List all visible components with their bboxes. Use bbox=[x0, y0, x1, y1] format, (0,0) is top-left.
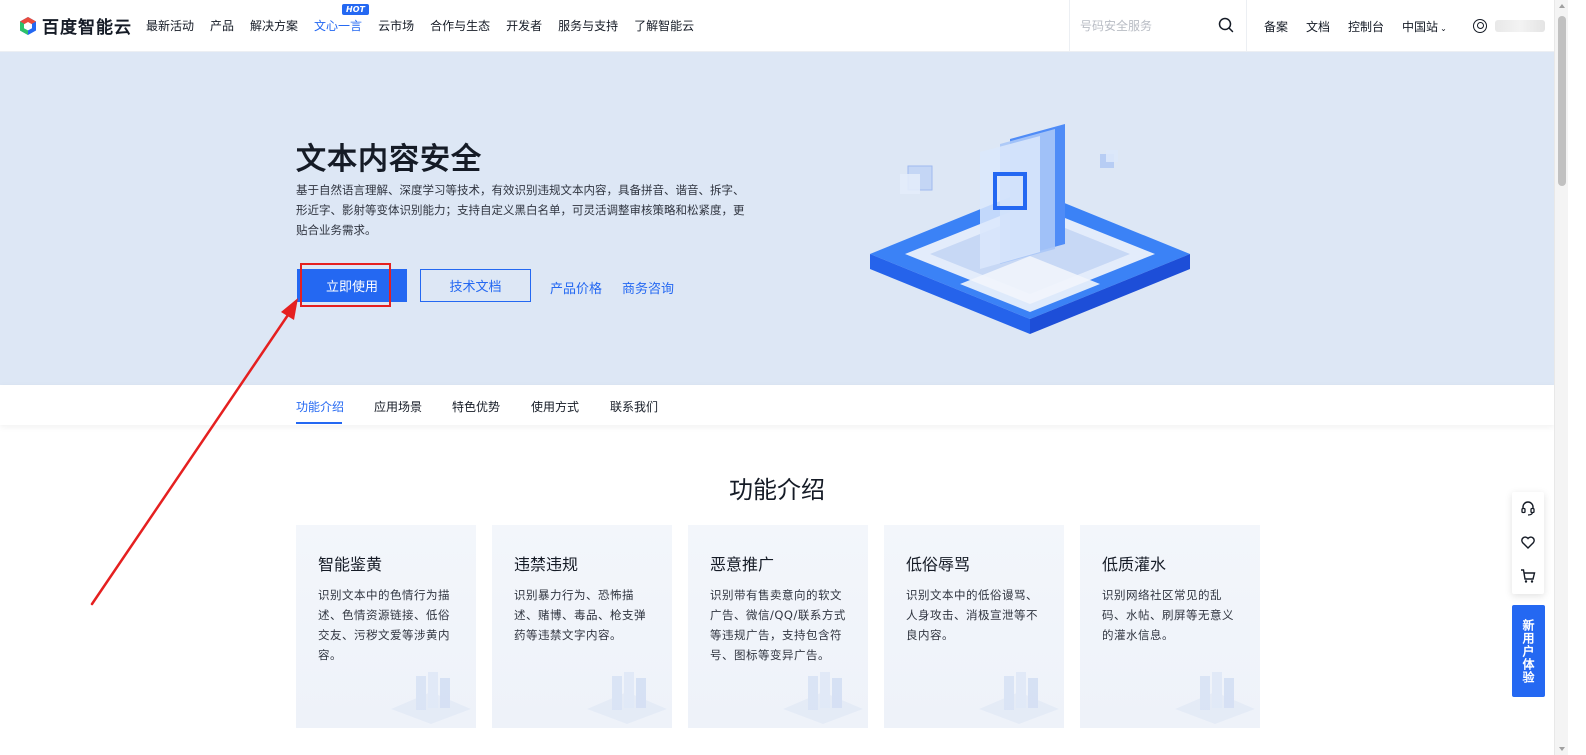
nav-item-about[interactable]: 了解智能云 bbox=[634, 17, 694, 34]
card-decoration-icon bbox=[587, 672, 667, 724]
tab-advantages[interactable]: 特色优势 bbox=[452, 398, 500, 415]
link-console[interactable]: 控制台 bbox=[1348, 18, 1384, 35]
top-navigation: 百度智能云 最新活动 产品 解决方案 文心一言 HOT 云市场 合作与生态 开发… bbox=[0, 0, 1554, 52]
nav-item-latest-activity[interactable]: 最新活动 bbox=[146, 17, 194, 34]
brand-name: 百度智能云 bbox=[42, 18, 132, 38]
page-title: 文本内容安全 bbox=[296, 142, 482, 177]
card-title: 智能鉴黄 bbox=[318, 555, 383, 574]
section-title: 功能介绍 bbox=[729, 476, 825, 504]
tab-contact[interactable]: 联系我们 bbox=[610, 398, 658, 415]
chevron-down-icon: ⌄ bbox=[1440, 23, 1447, 33]
scroll-thumb[interactable] bbox=[1558, 16, 1566, 186]
floating-toolbar bbox=[1512, 492, 1544, 594]
tab-scenarios[interactable]: 应用场景 bbox=[374, 398, 422, 415]
main-menu: 最新活动 产品 解决方案 文心一言 HOT 云市场 合作与生态 开发者 服务与支… bbox=[146, 4, 710, 34]
card-title: 低俗辱骂 bbox=[906, 555, 971, 574]
card-title: 违禁违规 bbox=[514, 555, 579, 574]
card-description: 识别文本中的低俗谩骂、人身攻击、消极宣泄等不良内容。 bbox=[906, 588, 1038, 642]
search-box bbox=[1069, 0, 1247, 52]
new-user-experience-button[interactable]: 新用户体验 bbox=[1512, 605, 1545, 697]
search-input[interactable] bbox=[1080, 19, 1210, 33]
security-screen-illustration bbox=[870, 124, 1190, 334]
use-now-button[interactable]: 立即使用 bbox=[297, 269, 407, 302]
section-tabs: 功能介绍 应用场景 特色优势 使用方式 联系我们 bbox=[0, 385, 1554, 425]
card-title: 恶意推广 bbox=[710, 555, 775, 574]
business-consult-link[interactable]: 商务咨询 bbox=[622, 278, 674, 297]
card-decoration-icon bbox=[979, 672, 1059, 724]
scroll-down-arrow-icon[interactable] bbox=[1559, 747, 1565, 751]
brand-logo[interactable]: 百度智能云 bbox=[18, 13, 132, 38]
card-decoration-icon bbox=[1175, 672, 1255, 724]
nav-item-wenxin-label: 文心一言 bbox=[314, 19, 363, 33]
user-icon bbox=[1472, 19, 1487, 33]
card-description: 识别网络社区常见的乱码、水帖、刷屏等无意义的灌水信息。 bbox=[1102, 588, 1234, 642]
nav-item-market[interactable]: 云市场 bbox=[378, 17, 414, 34]
header-right-links: 备案 文档 控制台 中国站 ⌄ bbox=[1264, 0, 1545, 52]
heart-icon[interactable] bbox=[1520, 534, 1536, 550]
nav-item-wenxin[interactable]: 文心一言 HOT bbox=[314, 4, 369, 34]
product-price-link[interactable]: 产品价格 bbox=[550, 278, 602, 297]
card-description: 识别暴力行为、恐怖描述、赌博、毒品、枪支弹药等违禁文字内容。 bbox=[514, 588, 646, 642]
scroll-up-arrow-icon[interactable] bbox=[1559, 4, 1565, 8]
active-tab-indicator bbox=[296, 422, 342, 424]
baidu-cloud-logo-icon bbox=[20, 16, 36, 35]
user-name-redacted bbox=[1494, 20, 1545, 32]
hero-banner: 文本内容安全 基于自然语言理解、深度学习等技术，有效识别违规文本内容，具备拼音、… bbox=[0, 52, 1554, 385]
hero-description: 基于自然语言理解、深度学习等技术，有效识别违规文本内容，具备拼音、谐音、拆字、形… bbox=[296, 183, 745, 237]
hot-badge: HOT bbox=[342, 4, 369, 15]
feature-card-spam-ads[interactable]: 恶意推广 识别带有售卖意向的软文广告、微信/QQ/联系方式等违规广告，支持包含符… bbox=[688, 525, 868, 728]
nav-item-solutions[interactable]: 解决方案 bbox=[250, 17, 298, 34]
window-edge bbox=[1568, 0, 1586, 755]
tab-usage[interactable]: 使用方式 bbox=[531, 398, 579, 415]
nav-item-support[interactable]: 服务与支持 bbox=[558, 17, 618, 34]
feature-card-prohibited[interactable]: 违禁违规 识别暴力行为、恐怖描述、赌博、毒品、枪支弹药等违禁文字内容。 bbox=[492, 525, 672, 728]
region-selector[interactable]: 中国站 ⌄ bbox=[1402, 18, 1447, 35]
user-account[interactable] bbox=[1472, 19, 1545, 33]
tab-features[interactable]: 功能介绍 bbox=[296, 398, 344, 415]
headset-icon[interactable] bbox=[1520, 500, 1536, 516]
page-scrollbar[interactable] bbox=[1554, 0, 1568, 755]
card-decoration-icon bbox=[783, 672, 863, 724]
cart-icon[interactable] bbox=[1520, 568, 1536, 584]
tech-docs-button[interactable]: 技术文档 bbox=[420, 269, 531, 302]
card-title: 低质灌水 bbox=[1102, 555, 1167, 574]
card-decoration-icon bbox=[391, 672, 471, 724]
card-description: 识别文本中的色情行为描述、色情资源链接、低俗交友、污秽文爱等涉黄内容。 bbox=[318, 588, 450, 662]
feature-cards: 智能鉴黄 识别文本中的色情行为描述、色情资源链接、低俗交友、污秽文爱等涉黄内容。… bbox=[296, 525, 1260, 728]
feature-card-porn-detection[interactable]: 智能鉴黄 识别文本中的色情行为描述、色情资源链接、低俗交友、污秽文爱等涉黄内容。 bbox=[296, 525, 476, 728]
feature-card-low-quality[interactable]: 低质灌水 识别网络社区常见的乱码、水帖、刷屏等无意义的灌水信息。 bbox=[1080, 525, 1260, 728]
region-label: 中国站 bbox=[1402, 19, 1439, 34]
nav-item-partners[interactable]: 合作与生态 bbox=[430, 17, 490, 34]
feature-card-abuse[interactable]: 低俗辱骂 识别文本中的低俗谩骂、人身攻击、消极宣泄等不良内容。 bbox=[884, 525, 1064, 728]
nav-item-developers[interactable]: 开发者 bbox=[506, 17, 542, 34]
link-docs[interactable]: 文档 bbox=[1306, 18, 1330, 35]
search-icon[interactable] bbox=[1218, 17, 1234, 33]
card-description: 识别带有售卖意向的软文广告、微信/QQ/联系方式等违规广告，支持包含符号、图标等… bbox=[710, 588, 846, 662]
link-icp-filing[interactable]: 备案 bbox=[1264, 18, 1288, 35]
nav-item-products[interactable]: 产品 bbox=[210, 17, 234, 34]
